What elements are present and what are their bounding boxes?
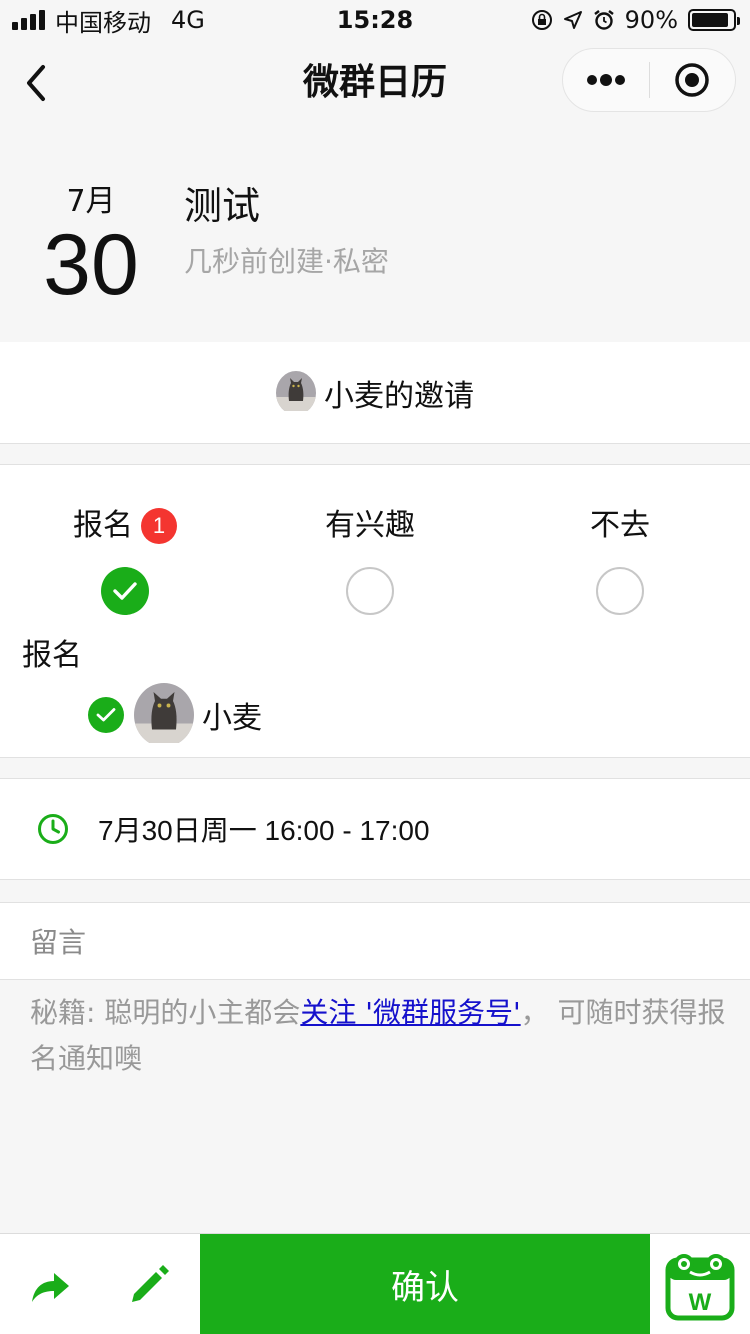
miniprogram-capsule <box>562 48 736 112</box>
rsvp-option-label: 不去 <box>590 508 650 543</box>
event-meta: 几秒前创建·私密 <box>184 245 389 278</box>
event-time-row: 7月30日周一 16:00 - 17:00 <box>0 778 750 880</box>
rsvp-option-label-wrap: 报名 1 <box>73 505 177 547</box>
carrier-label: 中国移动 <box>55 8 151 37</box>
event-title: 测试 <box>184 184 261 228</box>
more-button[interactable] <box>563 48 649 112</box>
attendee-item: 小麦 <box>88 683 262 747</box>
attendee-avatar <box>134 683 194 747</box>
rsvp-option-label-wrap: 有兴趣 <box>325 505 415 547</box>
event-header: 7月 30 测试 几秒前创建·私密 <box>0 126 750 342</box>
invitation-text: 小麦的邀请 <box>324 378 474 414</box>
signup-radio-checked[interactable] <box>101 567 149 615</box>
edit-pencil-icon[interactable] <box>126 1260 174 1308</box>
comment-label: 留言 <box>30 926 87 959</box>
back-button[interactable] <box>14 58 58 108</box>
status-left: 中国移动 4G <box>12 3 205 38</box>
tip-text: 秘籍: 聪明的小主都会关注 '微群服务号'， 可随时获得报名通知噢 <box>30 990 730 1082</box>
invitation-row[interactable]: 小麦的邀请 <box>0 342 750 444</box>
event-month: 7月 <box>66 184 116 219</box>
logo-letter: W <box>689 1289 712 1316</box>
network-label: 4G <box>171 6 205 34</box>
checkmark-icon <box>113 582 137 600</box>
tip-prefix: 秘籍: 聪明的小主都会 <box>30 996 301 1029</box>
attendee-name: 小麦 <box>202 701 262 736</box>
location-icon <box>563 11 582 29</box>
inviter-avatar <box>276 370 316 415</box>
clock-icon <box>38 814 68 844</box>
bottom-bar: 确认 W <box>0 1233 750 1334</box>
confirm-button[interactable]: 确认 <box>200 1234 650 1334</box>
chevron-left-icon <box>27 65 45 101</box>
rsvp-option-label: 报名 <box>73 508 133 543</box>
rsvp-section: 报名 1 有兴趣 不去 报名 小麦 <box>0 464 750 758</box>
target-icon <box>675 63 709 97</box>
rsvp-option-interested[interactable]: 有兴趣 <box>245 505 495 615</box>
status-right: 90% <box>531 6 740 34</box>
rotation-lock-icon <box>531 10 552 30</box>
rsvp-option-label-wrap: 不去 <box>590 505 650 547</box>
follow-account-link[interactable]: 关注 '微群服务号' <box>300 996 520 1029</box>
signup-list-heading: 报名 <box>22 638 82 673</box>
more-dots-icon <box>586 74 625 86</box>
rsvp-option-label: 有兴趣 <box>325 508 415 543</box>
status-bar: 中国移动 4G 15:28 90% <box>0 0 750 40</box>
close-miniprogram-button[interactable] <box>650 48 736 112</box>
interested-radio[interactable] <box>346 567 394 615</box>
attendee-check-icon <box>88 697 124 733</box>
event-date: 7月 30 <box>30 182 152 308</box>
rsvp-option-not-going[interactable]: 不去 <box>495 505 745 615</box>
signal-icon <box>12 10 45 30</box>
battery-percent: 90% <box>624 6 678 34</box>
nav-bar: 微群日历 <box>0 40 750 126</box>
weiqun-calendar-logo-icon[interactable]: W <box>664 1250 736 1322</box>
signup-count-badge: 1 <box>141 508 177 544</box>
event-day: 30 <box>43 217 139 313</box>
comment-input[interactable]: 留言 <box>0 902 750 980</box>
event-time-text: 7月30日周一 16:00 - 17:00 <box>98 815 430 846</box>
share-icon[interactable] <box>26 1262 74 1310</box>
not-going-radio[interactable] <box>596 567 644 615</box>
alarm-icon <box>593 10 614 30</box>
battery-icon <box>688 9 740 31</box>
rsvp-option-signup[interactable]: 报名 1 <box>0 505 250 615</box>
